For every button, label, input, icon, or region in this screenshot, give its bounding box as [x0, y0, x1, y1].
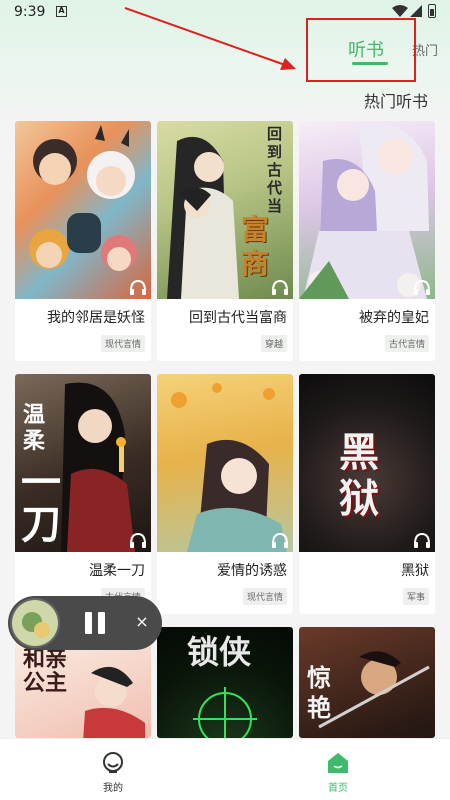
book-tag: 军事	[402, 588, 429, 605]
cover-big-title: 一刀	[21, 459, 61, 548]
cover-big-title: 和亲公主	[23, 646, 68, 696]
headphone-icon	[272, 532, 288, 548]
home-icon	[328, 753, 348, 773]
now-playing-cover[interactable]	[10, 598, 60, 648]
cover-illustration	[171, 383, 287, 552]
cover-big-title: 黑狱	[339, 429, 379, 522]
smiley-icon	[103, 752, 123, 773]
cover-big-title: 锁侠	[187, 633, 252, 671]
pause-bar-left	[85, 612, 92, 634]
cover-char: 回	[267, 125, 283, 143]
book-title: 温柔一刀	[89, 563, 145, 579]
headphone-icon	[414, 279, 430, 295]
nav-mine-label: 我的	[103, 783, 123, 794]
cover-small-title: 回 到 古 代 当	[267, 125, 287, 215]
cover-small-title: 温柔	[23, 402, 46, 454]
pause-button[interactable]	[82, 610, 108, 636]
book-cover[interactable]: 惊艳	[299, 627, 435, 738]
book-card[interactable]: 我的邻居是妖怪 现代言情	[15, 121, 151, 361]
pause-bar-right	[98, 612, 105, 634]
signal-icon	[410, 5, 422, 17]
annotation-highlight-box	[306, 18, 416, 82]
wifi-icon	[392, 5, 408, 17]
headphone-icon	[130, 532, 146, 548]
cover-char: 到	[267, 143, 283, 161]
book-cover[interactable]: 回 到 古 代 当 富商	[157, 121, 293, 299]
nav-mine[interactable]: 我的	[53, 739, 173, 800]
bottom-nav: 我的 首页	[0, 738, 450, 800]
book-cover[interactable]	[299, 121, 435, 299]
book-tag: 古代言情	[384, 335, 429, 352]
book-title: 回到古代当富商	[189, 310, 287, 326]
cover-illustration	[299, 123, 429, 299]
book-title: 被弃的皇妃	[359, 310, 429, 326]
book-cover[interactable]	[15, 121, 151, 299]
book-card[interactable]: 锁侠	[157, 627, 293, 738]
book-tag: 现代言情	[100, 335, 145, 352]
close-player-button[interactable]: ×	[132, 612, 152, 632]
headphone-icon	[414, 532, 430, 548]
nav-home[interactable]: 首页	[278, 739, 398, 800]
book-title: 我的邻居是妖怪	[47, 310, 145, 326]
nav-home-label: 首页	[328, 783, 348, 794]
battery-icon	[428, 4, 436, 18]
mini-player[interactable]: ×	[8, 596, 162, 650]
now-playing-cover-art	[12, 600, 58, 646]
book-cover[interactable]: 温柔 一刀	[15, 374, 151, 552]
book-cover[interactable]	[157, 374, 293, 552]
notification-a-icon: A	[56, 6, 67, 17]
book-title: 黑狱	[401, 563, 429, 579]
book-card[interactable]: 被弃的皇妃 古代言情	[299, 121, 435, 361]
cover-big-title: 惊艳	[307, 663, 331, 722]
headphone-icon	[272, 279, 288, 295]
book-card[interactable]: 黑狱 黑狱 军事	[299, 374, 435, 614]
status-time: 9:39	[14, 4, 46, 20]
cover-illustration	[29, 125, 137, 271]
headphone-icon	[130, 279, 146, 295]
book-cover[interactable]: 黑狱	[299, 374, 435, 552]
book-title: 爱情的诱惑	[217, 563, 287, 579]
book-card[interactable]: 回 到 古 代 当 富商 回到古代当富商 穿越	[157, 121, 293, 361]
cover-char: 古	[267, 161, 283, 179]
cover-big-title: 富商	[241, 213, 270, 280]
book-card[interactable]: 爱情的诱惑 现代言情	[157, 374, 293, 614]
cover-char: 代	[267, 179, 283, 197]
book-card[interactable]: 温柔 一刀 温柔一刀 古代言情	[15, 374, 151, 614]
book-tag: 穿越	[260, 335, 287, 352]
book-card[interactable]: 惊艳	[299, 627, 435, 738]
section-title: 热门听书	[364, 92, 429, 111]
book-tag: 现代言情	[242, 588, 287, 605]
book-cover[interactable]: 锁侠	[157, 627, 293, 738]
